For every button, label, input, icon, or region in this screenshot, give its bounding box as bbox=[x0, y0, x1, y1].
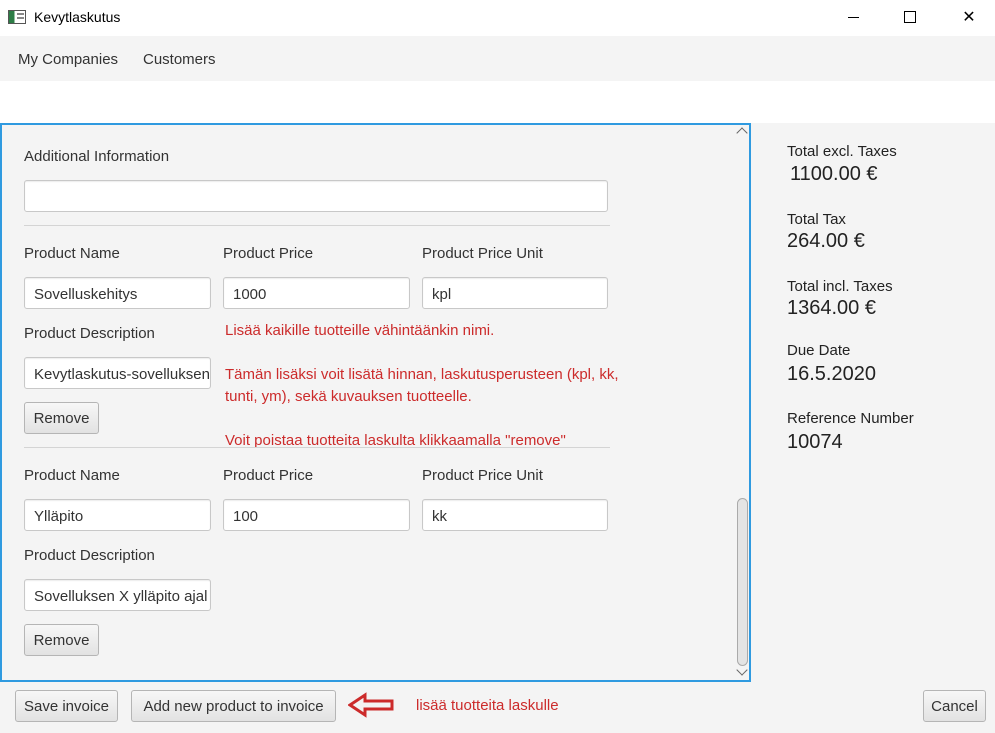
total-tax-label: Total Tax bbox=[787, 211, 846, 228]
vertical-scrollbar[interactable] bbox=[735, 125, 749, 680]
app-icon bbox=[8, 10, 26, 24]
minimize-icon bbox=[847, 16, 859, 18]
minimize-button[interactable] bbox=[830, 0, 876, 34]
maximize-icon bbox=[904, 11, 916, 23]
remove-product-button[interactable]: Remove bbox=[24, 402, 99, 434]
invoice-form-scrollpane[interactable]: Additional Information Product Name Prod… bbox=[0, 123, 751, 682]
menu-customers[interactable]: Customers bbox=[143, 51, 216, 68]
annotation-name-required: Lisää kaikille tuotteille vähintäänkin n… bbox=[225, 322, 495, 339]
separator bbox=[24, 447, 610, 448]
product-description-label: Product Description bbox=[24, 325, 155, 342]
due-date-label: Due Date bbox=[787, 342, 851, 359]
additional-info-input[interactable] bbox=[24, 180, 608, 212]
annotation-add-products: lisää tuotteita laskulle bbox=[416, 697, 559, 714]
due-date-value: 16.5.2020 bbox=[787, 363, 876, 385]
scrollbar-thumb[interactable] bbox=[737, 498, 748, 666]
reference-number-value: 10074 bbox=[787, 431, 843, 453]
product-name-input[interactable]: Sovelluskehitys bbox=[24, 277, 211, 309]
menu-bar: My Companies Customers bbox=[0, 36, 995, 81]
product-price-unit-label: Product Price Unit bbox=[422, 467, 543, 484]
product-description-input[interactable]: Sovelluksen X ylläpito ajal bbox=[24, 579, 211, 611]
product-price-label: Product Price bbox=[223, 245, 314, 262]
menu-my-companies[interactable]: My Companies bbox=[18, 51, 118, 68]
scroll-up-icon[interactable] bbox=[736, 127, 748, 139]
scroll-down-icon[interactable] bbox=[736, 664, 748, 676]
product-description-input[interactable]: Kevytlaskutus-sovelluksen bbox=[24, 357, 211, 389]
product-name-label: Product Name bbox=[24, 467, 120, 484]
window-title: Kevytlaskutus bbox=[34, 9, 121, 25]
red-left-arrow-icon bbox=[348, 692, 394, 718]
product-price-unit-label: Product Price Unit bbox=[422, 245, 543, 262]
save-invoice-button[interactable]: Save invoice bbox=[15, 690, 118, 722]
product-name-label: Product Name bbox=[24, 245, 120, 262]
reference-number-label: Reference Number bbox=[787, 410, 914, 427]
additional-info-label: Additional Information bbox=[24, 148, 170, 165]
invoice-form-content: Additional Information Product Name Prod… bbox=[2, 125, 735, 680]
separator bbox=[24, 225, 610, 226]
remove-product-button[interactable]: Remove bbox=[24, 624, 99, 656]
add-product-button[interactable]: Add new product to invoice bbox=[131, 690, 336, 722]
product-price-input[interactable]: 1000 bbox=[223, 277, 410, 309]
cancel-button[interactable]: Cancel bbox=[923, 690, 986, 722]
close-button[interactable]: ✕ bbox=[946, 0, 992, 34]
invoice-summary-panel: Total excl. Taxes 1100.00 € Total Tax 26… bbox=[751, 123, 995, 682]
total-excl-taxes-label: Total excl. Taxes bbox=[787, 143, 897, 160]
total-incl-taxes-label: Total incl. Taxes bbox=[787, 278, 893, 295]
close-icon: ✕ bbox=[962, 9, 976, 26]
maximize-button[interactable] bbox=[887, 0, 933, 34]
title-bar: Kevytlaskutus ✕ bbox=[0, 0, 995, 36]
annotation-remove-hint: Voit poistaa tuotteita laskulta klikkaam… bbox=[225, 432, 566, 449]
product-price-unit-input[interactable]: kpl bbox=[422, 277, 608, 309]
total-excl-taxes-value: 1100.00 € bbox=[790, 163, 878, 185]
product-price-unit-input[interactable]: kk bbox=[422, 499, 608, 531]
product-price-input[interactable]: 100 bbox=[223, 499, 410, 531]
action-bar: Save invoice Add new product to invoice … bbox=[0, 682, 995, 733]
product-price-label: Product Price bbox=[223, 467, 314, 484]
product-description-label: Product Description bbox=[24, 547, 155, 564]
annotation-optional-fields-cont: tunti, ym), sekä kuvauksen tuotteelle. bbox=[225, 388, 472, 405]
product-name-input[interactable]: Ylläpito bbox=[24, 499, 211, 531]
annotation-optional-fields: Tämän lisäksi voit lisätä hinnan, laskut… bbox=[225, 366, 619, 383]
total-incl-taxes-value: 1364.00 € bbox=[787, 297, 876, 319]
total-tax-value: 264.00 € bbox=[787, 230, 865, 252]
